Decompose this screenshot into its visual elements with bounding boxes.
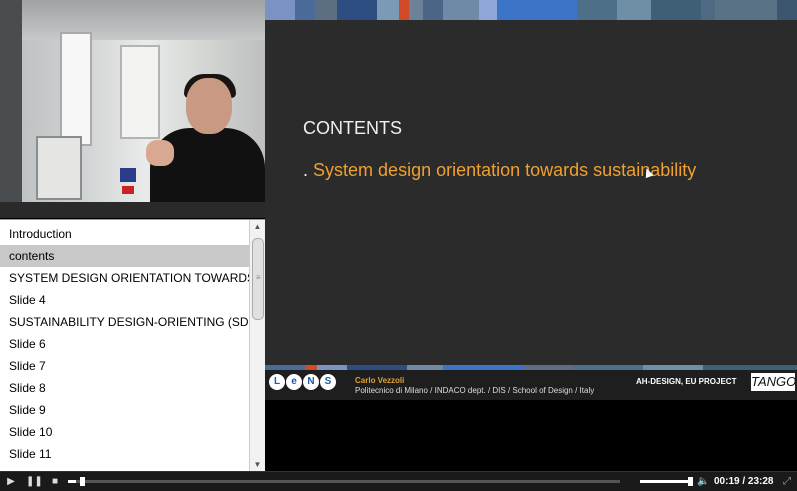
- tango-logo: TANGO: [751, 373, 797, 391]
- seek-bar-progress: [68, 480, 76, 483]
- lens-logo: LeNS: [269, 374, 336, 390]
- slide-list: Introduction contents SYSTEM DESIGN ORIENT…: [0, 219, 265, 472]
- fullscreen-icon[interactable]: ⤢: [781, 472, 793, 491]
- seek-bar[interactable]: [68, 477, 620, 486]
- slide-top-stripe: [265, 0, 797, 20]
- scroll-up-arrow-icon[interactable]: ▲: [250, 220, 265, 234]
- scroll-down-arrow-icon[interactable]: ▼: [250, 458, 265, 472]
- slide-list-item[interactable]: Slide 8: [0, 377, 249, 399]
- slide-list-scrollbar[interactable]: ▲ ≡ ▼: [249, 220, 265, 472]
- author-name: Carlo Vezzoli: [355, 376, 405, 385]
- stop-icon[interactable]: ■: [48, 472, 62, 491]
- scroll-thumb[interactable]: ≡: [252, 238, 264, 320]
- volume-handle[interactable]: [688, 477, 693, 486]
- slide-bullet: . System design orientation towards sust…: [303, 160, 696, 181]
- project-name: AH-DESIGN, EU PROJECT: [636, 377, 737, 386]
- slide-footer: LeNS Carlo Vezzoli Politecnico di Milano…: [265, 370, 797, 400]
- play-icon[interactable]: ▶: [4, 472, 18, 491]
- bullet-text: System design orientation towards sustai…: [313, 160, 697, 180]
- video-bottom-bar: [0, 202, 265, 218]
- slide-list-item[interactable]: Slide 9: [0, 399, 249, 421]
- slide-list-items: Introduction contents SYSTEM DESIGN ORIENT…: [0, 223, 249, 472]
- seek-handle[interactable]: [80, 477, 85, 486]
- slide-list-item[interactable]: contents: [0, 245, 249, 267]
- volume-slider[interactable]: [640, 480, 690, 483]
- slide-list-item[interactable]: Slide 11: [0, 443, 249, 465]
- time-display: 00:19 / 23:28: [714, 476, 774, 487]
- slide-title: CONTENTS: [303, 118, 402, 138]
- slide-list-item[interactable]: SUSTAINABILITY DESIGN-ORIENTING (SDO: [0, 311, 249, 333]
- video-frame: [0, 0, 265, 202]
- player-controls: ▶ ❚❚ ■ 🔈 00:19 / 23:28 ⤢: [0, 471, 797, 491]
- slide-list-item[interactable]: Introduction: [0, 223, 249, 245]
- bullet-mark: .: [303, 160, 309, 180]
- slide-list-item[interactable]: Slide 10: [0, 421, 249, 443]
- webcam-video[interactable]: [0, 0, 265, 218]
- speaker-icon[interactable]: 🔈: [697, 472, 709, 491]
- slide-list-item[interactable]: Slide 4: [0, 289, 249, 311]
- slide-list-item[interactable]: Slide 7: [0, 355, 249, 377]
- logo-letter: e: [286, 374, 302, 390]
- grip-icon: ≡: [256, 273, 261, 282]
- logo-letter: S: [320, 374, 336, 390]
- logo-letter: N: [303, 374, 319, 390]
- author-affiliation: Politecnico di Milano / INDACO dept. / D…: [355, 386, 595, 395]
- pause-icon[interactable]: ❚❚: [26, 472, 43, 491]
- slide-list-item[interactable]: Slide 6: [0, 333, 249, 355]
- slide-list-item[interactable]: SYSTEM DESIGN ORIENTATION TOWARDS: [0, 267, 249, 289]
- slide-view: CONTENTS . System design orientation tow…: [265, 0, 797, 400]
- logo-letter: L: [269, 374, 285, 390]
